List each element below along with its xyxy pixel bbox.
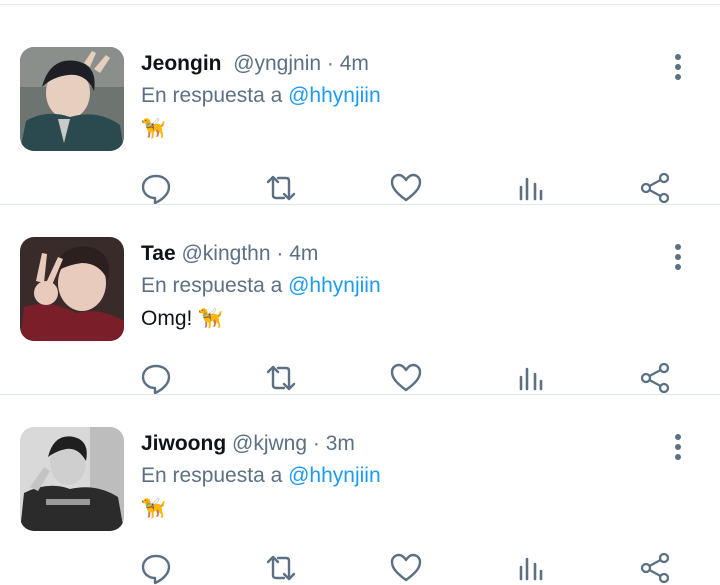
more-options-icon[interactable] — [668, 243, 688, 271]
reply-context: En respuesta a @hhynjiin — [141, 272, 381, 300]
guide-dog-emoji: 🦮 — [141, 118, 166, 140]
like-icon[interactable] — [389, 551, 423, 585]
reply-context: En respuesta a @hhynjiin — [141, 82, 381, 110]
separator: · — [326, 52, 334, 75]
avatar[interactable] — [20, 427, 124, 531]
user-handle[interactable]: @kingthn — [181, 242, 270, 265]
display-name[interactable]: Tae — [141, 242, 176, 265]
tweet-text: Omg! 🦮 — [141, 304, 223, 334]
tweet[interactable]: Jiwoong @kjwng · 3m En respuesta a @hhyn… — [0, 395, 720, 585]
timestamp[interactable]: 4m — [340, 52, 369, 75]
reply-icon[interactable] — [139, 171, 173, 205]
like-icon[interactable] — [389, 361, 423, 395]
retweet-icon[interactable] — [264, 361, 298, 395]
reply-prefix: En respuesta a — [141, 464, 283, 487]
display-name[interactable]: Jiwoong — [141, 432, 226, 455]
user-handle[interactable]: @yngjnin — [233, 52, 321, 75]
more-options-icon[interactable] — [668, 53, 688, 81]
retweet-icon[interactable] — [264, 551, 298, 585]
avatar[interactable] — [20, 47, 124, 151]
guide-dog-emoji: 🦮 — [141, 498, 166, 520]
analytics-icon[interactable] — [514, 361, 548, 395]
tweet[interactable]: Tae @kingthn · 4m En respuesta a @hhynji… — [0, 205, 720, 395]
share-icon[interactable] — [639, 171, 673, 205]
reply-mention[interactable]: @hhynjiin — [288, 84, 381, 107]
timestamp[interactable]: 4m — [289, 242, 318, 265]
like-icon[interactable] — [389, 171, 423, 205]
reply-icon[interactable] — [139, 361, 173, 395]
tweet-header: Jiwoong @kjwng · 3m — [141, 430, 355, 458]
separator: · — [276, 242, 284, 265]
separator: · — [312, 432, 320, 455]
analytics-icon[interactable] — [514, 171, 548, 205]
more-options-icon[interactable] — [668, 433, 688, 461]
retweet-icon[interactable] — [264, 171, 298, 205]
tweet-body-text: Omg! — [141, 307, 193, 330]
analytics-icon[interactable] — [514, 551, 548, 585]
reply-prefix: En respuesta a — [141, 274, 283, 297]
reply-feed: Jeongin @yngjnin · 4m En respuesta a @hh… — [0, 0, 720, 585]
tweet-header: Jeongin @yngjnin · 4m — [141, 50, 369, 78]
reply-mention[interactable]: @hhynjiin — [288, 464, 381, 487]
tweet-text: 🦮 — [141, 114, 166, 144]
reply-mention[interactable]: @hhynjiin — [288, 274, 381, 297]
reply-prefix: En respuesta a — [141, 84, 283, 107]
display-name[interactable]: Jeongin — [141, 52, 222, 75]
tweet-text: 🦮 — [141, 494, 166, 524]
tweet[interactable]: Jeongin @yngjnin · 4m En respuesta a @hh… — [0, 15, 720, 205]
share-icon[interactable] — [639, 361, 673, 395]
user-handle[interactable]: @kjwng — [232, 432, 307, 455]
share-icon[interactable] — [639, 551, 673, 585]
timestamp[interactable]: 3m — [326, 432, 355, 455]
tweet-header: Tae @kingthn · 4m — [141, 240, 318, 268]
reply-context: En respuesta a @hhynjiin — [141, 462, 381, 490]
reply-icon[interactable] — [139, 551, 173, 585]
avatar[interactable] — [20, 237, 124, 341]
guide-dog-emoji: 🦮 — [198, 308, 224, 330]
